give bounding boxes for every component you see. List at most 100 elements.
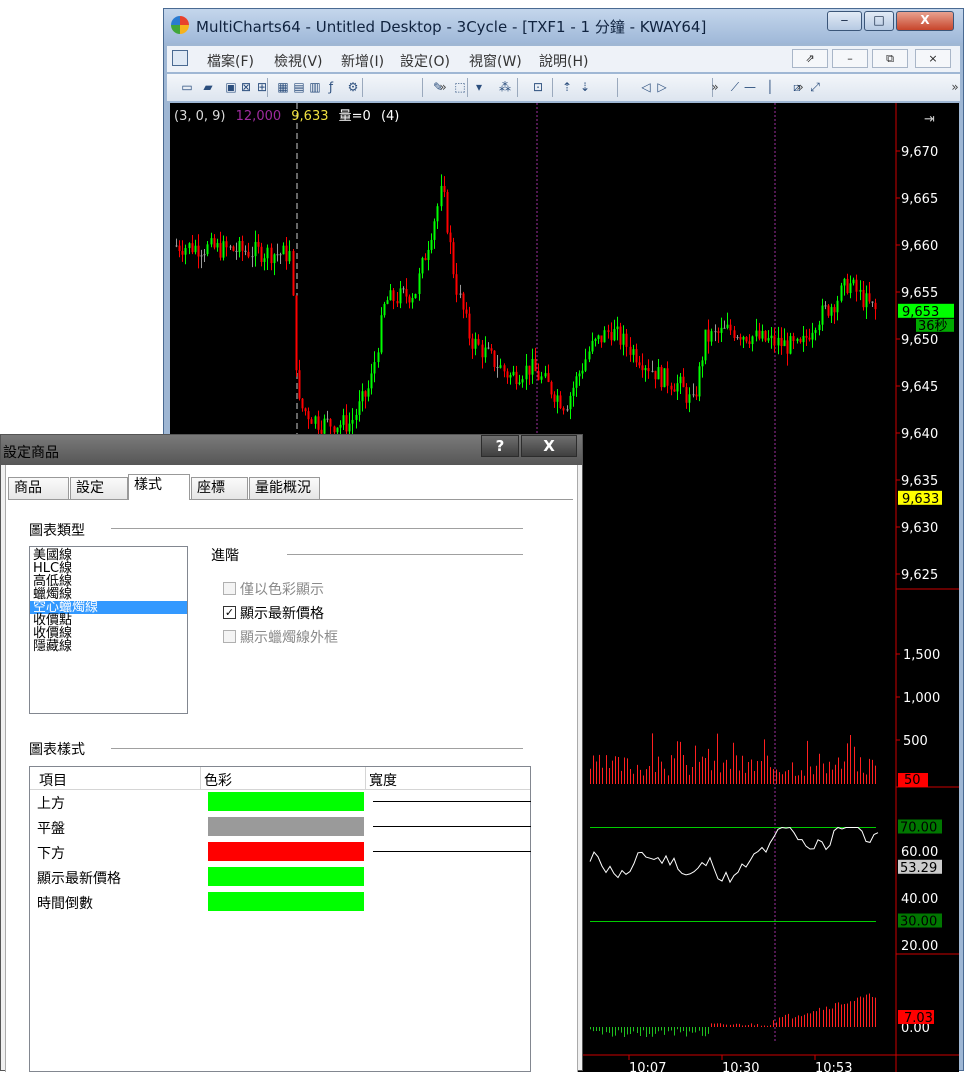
candle-body bbox=[799, 338, 802, 343]
candle-body bbox=[411, 298, 414, 303]
toolbar-overflow-icon[interactable]: » bbox=[792, 79, 808, 95]
menu-format[interactable]: 設定(O) bbox=[400, 51, 450, 71]
tab-settings[interactable]: 設定 bbox=[70, 477, 128, 499]
line-width-selector[interactable] bbox=[373, 826, 531, 827]
maximize-button[interactable]: □ bbox=[864, 11, 894, 31]
candle-body bbox=[758, 330, 761, 339]
color-swatch[interactable] bbox=[208, 892, 364, 911]
price-axis-label: 9,635 bbox=[901, 474, 938, 489]
candle-body bbox=[210, 238, 213, 245]
candle-body bbox=[849, 283, 852, 294]
insert-study-icon[interactable]: ƒ bbox=[323, 79, 339, 95]
style-row-label[interactable]: 顯示最新價格 bbox=[37, 868, 121, 888]
candle-body bbox=[553, 394, 556, 402]
toolbar-separator bbox=[517, 78, 518, 97]
status-count: (4) bbox=[380, 109, 400, 124]
color-swatch[interactable] bbox=[208, 817, 364, 836]
toolbar-separator bbox=[552, 78, 553, 97]
dialog-title-bar[interactable]: 設定商品 ? X bbox=[1, 435, 582, 465]
osc-lower-label: 30.00 bbox=[900, 915, 937, 930]
color-swatch[interactable] bbox=[208, 842, 364, 861]
format-study-icon[interactable]: ⚙ bbox=[345, 79, 361, 95]
menu-help[interactable]: 說明(H) bbox=[539, 51, 588, 71]
tab-volume-profile[interactable]: 量能概況 bbox=[249, 477, 320, 499]
line-tool-icon[interactable]: ⟋ bbox=[727, 79, 743, 95]
title-bar[interactable]: MultiCharts64 - Untitled Desktop - 3Cycl… bbox=[164, 9, 963, 43]
candle-body bbox=[260, 246, 263, 262]
candle-body bbox=[704, 329, 707, 361]
close-workspace-icon[interactable]: ⊠ bbox=[238, 79, 254, 95]
minimize-button[interactable]: ‒ bbox=[827, 11, 862, 31]
cursor-icon[interactable]: ⬚ bbox=[452, 79, 468, 95]
style-row-label[interactable]: 時間倒數 bbox=[37, 893, 93, 913]
candle-body bbox=[213, 238, 216, 248]
candle-body bbox=[547, 373, 550, 382]
close-button[interactable]: X bbox=[896, 11, 954, 31]
tab-symbol[interactable]: 商品 bbox=[8, 477, 69, 499]
new-workspace-icon[interactable]: ▭ bbox=[179, 79, 195, 95]
mdi-restore-button[interactable]: ⧉ bbox=[872, 49, 908, 68]
bar-down-icon[interactable]: ⇣ bbox=[577, 79, 593, 95]
chart-type-list[interactable]: 美國線 HLC線 高低線 蠟燭線 空心蠟燭線 收價點 收價線 隱藏線 bbox=[29, 546, 188, 714]
marker-price-label: 9,633 bbox=[902, 492, 939, 507]
header-width[interactable]: 寬度 bbox=[369, 770, 397, 790]
candle-body bbox=[440, 185, 443, 207]
candle-body bbox=[701, 360, 704, 367]
candle-body bbox=[726, 324, 729, 328]
tab-style[interactable]: 樣式 bbox=[128, 474, 190, 500]
bar-up-icon[interactable]: ⇡ bbox=[559, 79, 575, 95]
color-swatch[interactable] bbox=[208, 792, 364, 811]
candle-body bbox=[263, 258, 266, 262]
mdi-minimize-button[interactable]: – bbox=[832, 49, 868, 68]
line-width-selector[interactable] bbox=[373, 851, 531, 852]
horizontal-line-icon[interactable]: — bbox=[742, 79, 758, 95]
play-forward-icon[interactable]: ▷ bbox=[654, 79, 670, 95]
candle-body bbox=[377, 352, 380, 363]
line-width-selector[interactable] bbox=[373, 801, 531, 802]
candle-body bbox=[364, 391, 367, 397]
play-back-icon[interactable]: ◁ bbox=[638, 79, 654, 95]
mdi-close-button[interactable]: × bbox=[915, 49, 951, 68]
candle-body bbox=[427, 249, 430, 261]
candle-body bbox=[175, 245, 178, 247]
color-swatch[interactable] bbox=[208, 867, 364, 886]
candle-body bbox=[373, 362, 376, 374]
chart-status-line: (3, 0, 9) 12,000 9,633 量=0 (4) bbox=[174, 105, 399, 124]
style-row-label[interactable]: 下方 bbox=[37, 843, 65, 863]
menu-file[interactable]: 檔案(F) bbox=[207, 51, 254, 71]
style-row-label[interactable]: 上方 bbox=[37, 793, 65, 813]
toolbar-overflow-icon[interactable]: » bbox=[435, 79, 451, 95]
open-folder-icon[interactable]: ▰ bbox=[200, 79, 216, 95]
menu-window[interactable]: 視窗(W) bbox=[469, 51, 522, 71]
menu-insert[interactable]: 新增(I) bbox=[341, 51, 384, 71]
dialog-close-button[interactable]: X bbox=[521, 435, 577, 457]
dropdown-icon[interactable]: ▾ bbox=[471, 79, 487, 95]
header-item[interactable]: 項目 bbox=[39, 770, 67, 790]
dom-icon[interactable]: ▤ bbox=[291, 79, 307, 95]
header-color[interactable]: 色彩 bbox=[204, 770, 232, 790]
candle-body bbox=[279, 254, 282, 256]
chart-type-item[interactable]: 隱藏線 bbox=[30, 640, 187, 653]
scanner-icon[interactable]: ▦ bbox=[275, 79, 291, 95]
advanced-checkbox[interactable]: ✓ bbox=[223, 606, 236, 619]
menu-view[interactable]: 檢視(V) bbox=[274, 51, 323, 71]
ray-tool-icon[interactable]: ⤢ bbox=[807, 79, 823, 95]
toolbar-overflow-icon[interactable]: » bbox=[947, 79, 963, 95]
mdi-detach-button[interactable]: ⇗ bbox=[792, 49, 828, 68]
candle-body bbox=[635, 349, 638, 363]
tab-scaling[interactable]: 座標 bbox=[191, 477, 248, 499]
candle-body bbox=[814, 330, 817, 333]
candle-body bbox=[329, 419, 332, 427]
vertical-line-icon[interactable]: │ bbox=[762, 79, 778, 95]
toolbar-overflow-icon[interactable]: » bbox=[707, 79, 723, 95]
style-row-label[interactable]: 平盤 bbox=[37, 818, 65, 838]
candle-body bbox=[600, 335, 603, 343]
portfolio-icon[interactable]: ▥ bbox=[307, 79, 323, 95]
document-icon[interactable] bbox=[172, 50, 188, 66]
help-button[interactable]: ? bbox=[481, 435, 519, 457]
save-icon[interactable]: ▣ bbox=[223, 79, 239, 95]
tick-icon[interactable]: ⁂ bbox=[497, 79, 513, 95]
candle-body bbox=[462, 293, 465, 310]
candle-body bbox=[874, 302, 877, 310]
tool-icon[interactable]: ⊡ bbox=[530, 79, 546, 95]
